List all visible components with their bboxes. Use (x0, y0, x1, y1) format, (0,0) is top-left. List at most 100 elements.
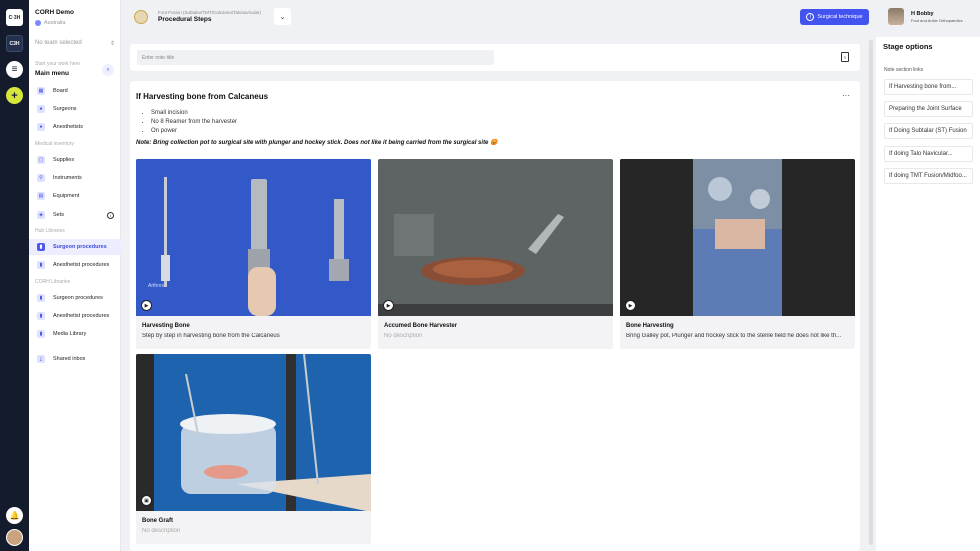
instruments-icon: ⚲ (37, 174, 45, 182)
play-icon[interactable]: ▶ (383, 300, 394, 311)
sidebar-item-equipment[interactable]: ▤ Equipment (29, 188, 121, 204)
list-item: On power (151, 127, 237, 136)
sidebar-item-corh-anesthetist-procedures[interactable]: ▮ Anesthetist procedures (29, 308, 121, 324)
video-description: No description (142, 528, 181, 534)
list-item: No 8 Reamer from the harvester (151, 118, 237, 127)
sets-icon: ◈ (37, 211, 45, 219)
video-card[interactable]: ▣ Bone Graft No description (136, 354, 371, 544)
book-icon: ▮ (37, 294, 45, 302)
search-icon[interactable]: ⌕ (102, 64, 114, 76)
section-note: Note: Bring collection pot to surgical s… (136, 140, 498, 146)
video-card[interactable]: Arthrex ▶ Harvesting Bone Step by step i… (136, 159, 371, 349)
video-card[interactable]: ▶ Accumed Bone Harvester No description (378, 159, 613, 349)
section-label-medical-inventory: Medical inventory (35, 141, 74, 147)
note-title-card: ≡ (130, 44, 860, 71)
surgery-room-image (620, 159, 855, 316)
stage-link[interactable]: If doing Talo Navicular... (884, 146, 973, 162)
bullet-list: Small incision No 8 Reamer from the harv… (151, 109, 237, 136)
search-hint: Start your work here (35, 61, 81, 67)
sidebar-item-board[interactable]: ▦ Board (29, 83, 121, 99)
stage-link[interactable]: If doing TMT Fusion/Midfoo... (884, 168, 973, 184)
chevron-down-icon[interactable]: ⌄ (274, 8, 291, 25)
hamburger-icon[interactable]: ≡ (6, 61, 23, 78)
watermark: Arthrex (148, 283, 165, 289)
sidebar-item-corh-surgeon-procedures[interactable]: ▮ Surgeon procedures (29, 290, 121, 306)
stage-link[interactable]: Preparing the Joint Surface (884, 101, 973, 117)
surgeon-icon: ● (37, 105, 45, 113)
note-title-input[interactable] (137, 50, 494, 65)
video-title: Harvesting Bone (142, 323, 190, 329)
stage-link[interactable]: If Harvesting bone from... (884, 79, 973, 95)
plus-icon[interactable]: + (6, 87, 23, 104)
sidebar: CORH Demo Australia No team selected ⇕ St… (29, 0, 121, 551)
video-thumbnail[interactable]: ▶ (620, 159, 855, 316)
video-thumbnail[interactable]: ▣ (136, 354, 371, 511)
anesthetist-icon: ● (37, 123, 45, 131)
chevron-updown-icon: ⇕ (109, 41, 115, 47)
avatar[interactable] (6, 529, 23, 546)
user-name: H Bobby (911, 11, 934, 17)
book-icon: ▮ (37, 312, 45, 320)
video-title: Bone Graft (142, 518, 174, 524)
globe-icon (35, 20, 41, 26)
sidebar-item-surgeons[interactable]: ● Surgeons (29, 101, 121, 117)
team-select[interactable]: No team selected ⇕ (35, 40, 115, 47)
video-title: Bone Harvesting (626, 323, 674, 329)
video-description: No description (384, 333, 423, 339)
list-item: Small incision (151, 109, 237, 118)
video-description: Step by step in harvesting bone from the… (142, 333, 280, 339)
board-icon: ▦ (37, 87, 45, 95)
document-icon[interactable]: ≡ (841, 52, 849, 62)
workspace-logo-secondary[interactable]: C3H (6, 35, 23, 52)
equipment-icon: ▤ (37, 192, 45, 200)
inbox-icon: ⤓ (37, 355, 45, 363)
breadcrumb-parent[interactable]: Foot Fusion (Subtalar/TMT/Calcaneo/Talon… (158, 10, 261, 15)
topbar: Foot Fusion (Subtalar/TMT/Calcaneo/Talon… (121, 0, 980, 37)
surgical-technique-button[interactable]: i Surgical technique (800, 9, 869, 25)
video-card[interactable]: ▶ Bone Harvesting Bring Galley pot, Plun… (620, 159, 855, 349)
sidebar-item-anesthetists[interactable]: ● Anesthetists (29, 119, 121, 135)
app-rail: C·3H C3H ≡ + 🔔 (0, 0, 29, 551)
supplies-icon: ▢ (37, 156, 45, 164)
play-icon[interactable]: ▶ (625, 300, 636, 311)
video-description: Bring Galley pot, Plunger and hockey sti… (626, 333, 842, 339)
video-title: Accumed Bone Harvester (384, 323, 458, 329)
sidebar-item-shared-inbox[interactable]: ⤓ Shared inbox (29, 351, 121, 367)
more-icon[interactable]: ··· (842, 91, 850, 100)
sidebar-item-hub-surgeon-procedures[interactable]: ▮ Surgeon procedures (29, 239, 121, 255)
section-label-corh-libraries: CORH Libraries (35, 279, 71, 285)
note-section: If Harvesting bone from Calcaneus ··· Sm… (130, 81, 860, 551)
bone-harvester-image (378, 159, 613, 316)
section-label-hub-libraries: Hub Libraries (35, 228, 65, 234)
info-icon: i (107, 211, 114, 219)
breadcrumb-current: Procedural Steps (158, 16, 212, 23)
section-title: If Harvesting bone from Calcaneus (136, 92, 269, 101)
sidebar-item-instruments[interactable]: ⚲ Instruments (29, 170, 121, 186)
sidebar-item-supplies[interactable]: ▢ Supplies (29, 152, 121, 168)
video-thumbnail[interactable]: ▶ (378, 159, 613, 316)
org-region: Australia (35, 20, 65, 26)
harvester-instruments-image: Arthrex (136, 159, 371, 316)
note-section-links-label: Note section links (884, 67, 924, 73)
video-thumbnail[interactable]: Arthrex ▶ (136, 159, 371, 316)
image-icon[interactable]: ▣ (141, 495, 152, 506)
stage-options-panel: Stage options Note section links If Harv… (876, 37, 980, 551)
bell-icon[interactable]: 🔔 (6, 507, 23, 524)
scrollbar-thumb[interactable] (869, 40, 873, 545)
menu-title: Main menu (35, 70, 69, 77)
user-role: Foot and Ankle Orthopaedics (911, 18, 963, 23)
org-name: CORH Demo (35, 9, 75, 16)
book-icon: ▮ (37, 261, 45, 269)
procedure-icon (134, 10, 148, 24)
play-icon[interactable]: ▶ (141, 300, 152, 311)
avatar[interactable] (888, 8, 904, 25)
info-icon: i (806, 13, 815, 21)
workspace-logo[interactable]: C·3H (6, 9, 23, 26)
book-icon: ▮ (37, 243, 45, 251)
stage-options-title: Stage options (883, 42, 933, 51)
stage-link[interactable]: If Doing Subtalar (ST) Fusion (884, 123, 973, 139)
sidebar-item-hub-anesthetist-procedures[interactable]: ▮ Anesthetist procedures (29, 257, 121, 273)
sidebar-item-media-library[interactable]: ▮ Media Library (29, 326, 121, 342)
sidebar-item-sets[interactable]: ◈ Sets i (29, 207, 121, 223)
bone-graft-image (136, 354, 371, 511)
